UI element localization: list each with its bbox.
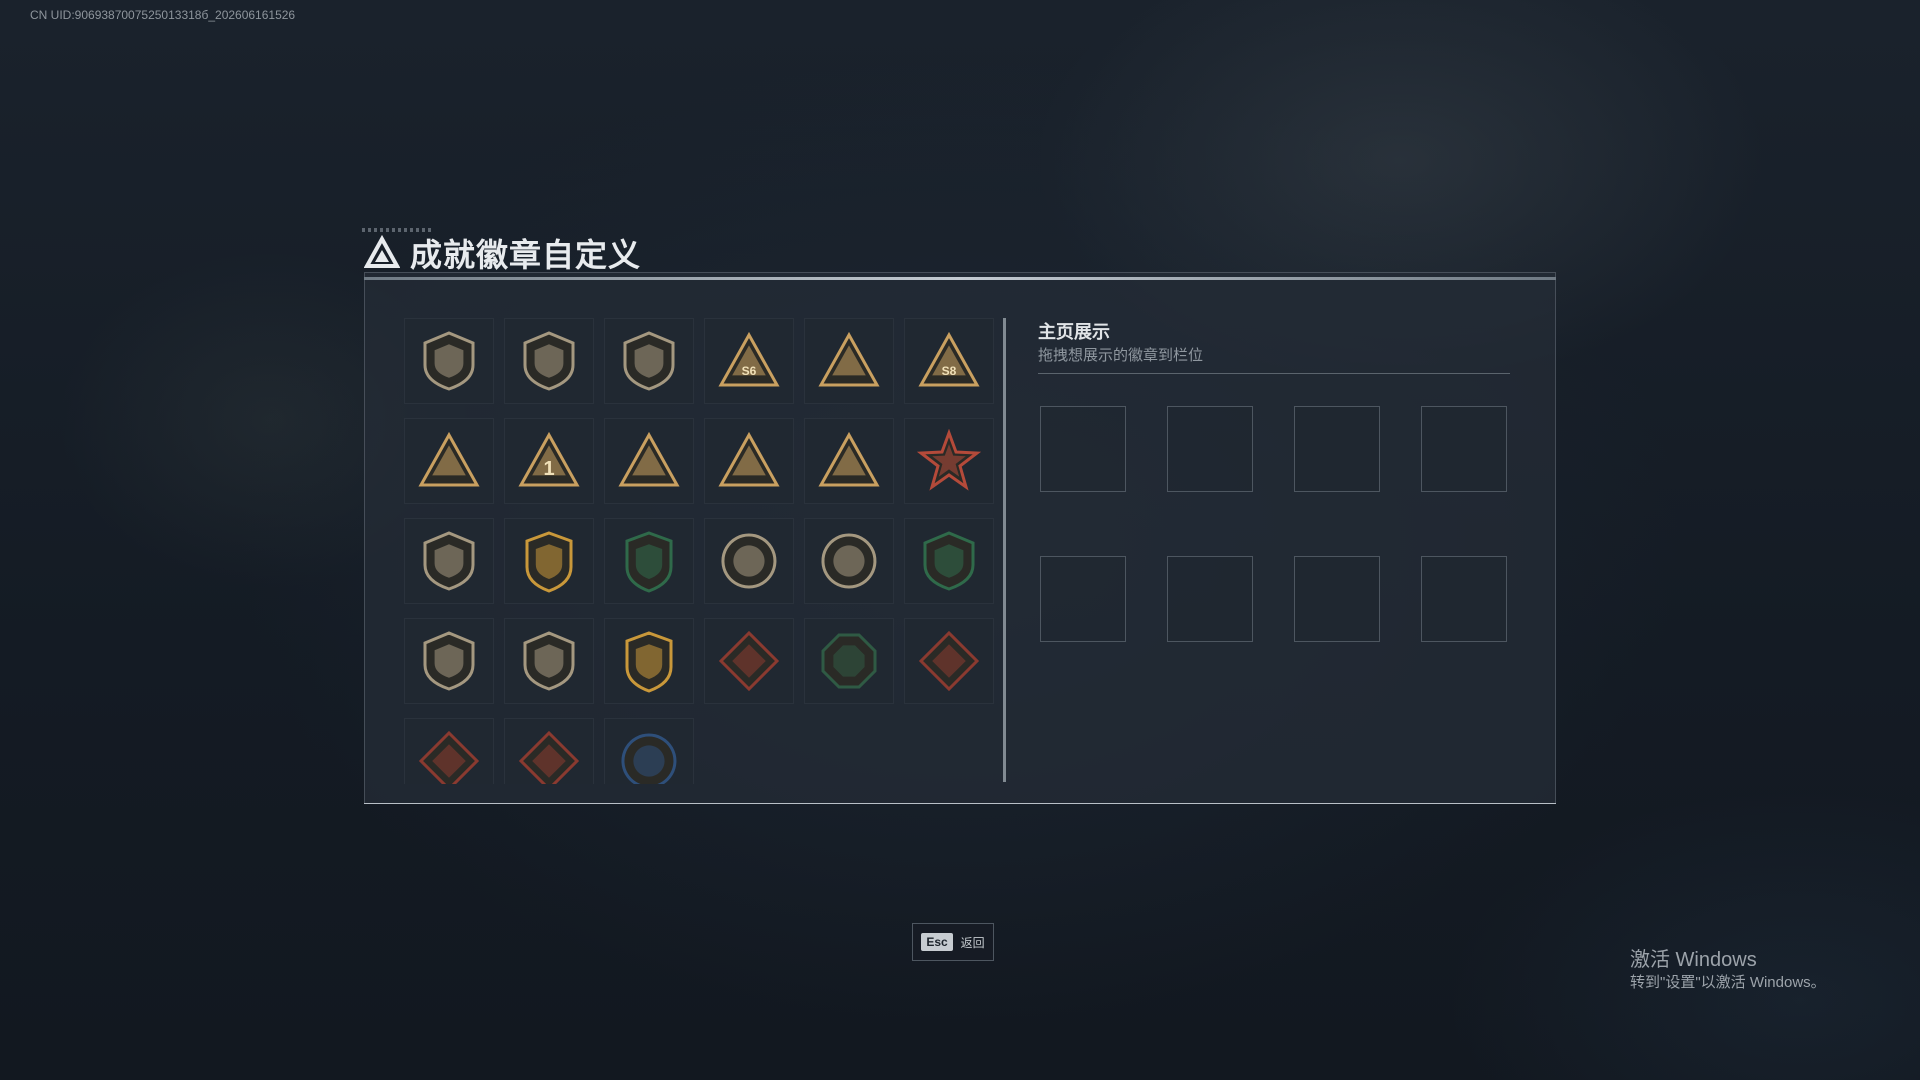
showcase-slot[interactable] [1040,406,1126,492]
number-one-triangle-icon: 1 [518,431,580,487]
badge-gold-crest[interactable] [504,518,594,604]
badge-helmet-triangle[interactable] [604,418,694,504]
gold-crest-icon [525,531,573,593]
badge-green-crest[interactable] [604,518,694,604]
dragon-diamond-icon [918,630,980,692]
green-crest-icon [625,531,673,593]
showcase-slot[interactable] [1167,406,1253,492]
badge-star-medal[interactable] [904,418,994,504]
panel-top-border [364,277,1556,280]
activation-watermark-subtitle: 转到"设置"以激活 Windows。 [1630,974,1826,991]
svg-text:1: 1 [543,458,554,480]
badge-fist-diamond[interactable] [504,718,594,784]
triangle-logo-icon [364,235,400,268]
fist-diamond-icon [518,730,580,784]
dialog-header: 成就徽章自定义 [364,230,641,276]
panel-bottom-border [364,803,1556,804]
badge-sniper-shield[interactable] [504,618,594,704]
gold-wings-crest-icon [625,631,673,693]
helicopter-icon [523,331,575,391]
badge-rifle-shield[interactable] [404,618,494,704]
rifle-shield-icon [423,631,475,691]
badge-wolf-circle-blue[interactable] [604,718,694,784]
star-medal-icon [917,429,981,491]
svg-text:S6: S6 [742,364,757,378]
boat-triangle-icon [418,431,480,487]
badge-shield-triangle[interactable] [404,318,494,404]
esc-key-hint: Esc [921,933,953,951]
showcase-title: 主页展示 [1038,322,1110,342]
back-button[interactable]: Esc 返回 [912,923,994,961]
badge-soldier-triangle[interactable] [704,418,794,504]
badge-diamond-emblem[interactable] [604,318,694,404]
badge-number-one-triangle[interactable]: 1 [504,418,594,504]
dialog-title: 成就徽章自定义 [410,237,642,273]
badge-green-target-shield[interactable] [904,518,994,604]
green-target-shield-icon [923,531,975,591]
showcase-slots [1040,406,1507,642]
wing-shield-icon [423,531,475,591]
showcase-slot[interactable] [1040,556,1126,642]
helmet-triangle-icon [618,431,680,487]
back-label: 返回 [960,935,985,950]
wolf-diamond-icon [718,630,780,692]
activation-watermark-title: 激活 Windows [1630,949,1757,971]
wolf-circle-blue-icon [621,733,677,784]
badge-boat-triangle[interactable] [404,418,494,504]
badge-eye-circle[interactable] [804,518,894,604]
badge-rocket-triangle[interactable] [804,418,894,504]
diamond-emblem-icon [623,331,675,391]
tower-triangle-icon [818,331,880,387]
badge-tower-triangle[interactable] [804,318,894,404]
skull-circle-icon [721,533,777,589]
eagle-octagon-icon [821,633,877,689]
svg-text:S8: S8 [942,364,957,378]
badge-dragon-diamond-2[interactable] [404,718,494,784]
showcase-slot[interactable] [1294,556,1380,642]
badge-wing-shield[interactable] [404,518,494,604]
badge-gold-wings-crest[interactable] [604,618,694,704]
showcase-slot[interactable] [1294,406,1380,492]
showcase-slot[interactable] [1167,556,1253,642]
sniper-shield-icon [523,631,575,691]
s8-triangle-icon: S8 [918,331,980,387]
badge-skull-circle[interactable] [704,518,794,604]
scrollbar[interactable] [1003,318,1006,782]
badge-dragon-diamond[interactable] [904,618,994,704]
showcase-slot[interactable] [1421,556,1507,642]
badge-s8-triangle[interactable]: S8 [904,318,994,404]
badge-helicopter[interactable] [504,318,594,404]
showcase-slot[interactable] [1421,406,1507,492]
s6-triangle-icon: S6 [718,331,780,387]
badge-wolf-diamond[interactable] [704,618,794,704]
rocket-triangle-icon [818,431,880,487]
shield-triangle-icon [423,331,475,391]
badge-eagle-octagon[interactable] [804,618,894,704]
dragon-diamond-2-icon [418,730,480,784]
badge-grid: S6 S8 1 [404,318,994,784]
uid-label: CN UID:9069387007525013318б_202606161526 [30,8,296,22]
showcase-divider [1038,373,1510,374]
showcase-subtitle: 拖拽想展示的徽章到栏位 [1038,347,1204,364]
soldier-triangle-icon [718,431,780,487]
badge-s6-triangle[interactable]: S6 [704,318,794,404]
eye-circle-icon [821,533,877,589]
